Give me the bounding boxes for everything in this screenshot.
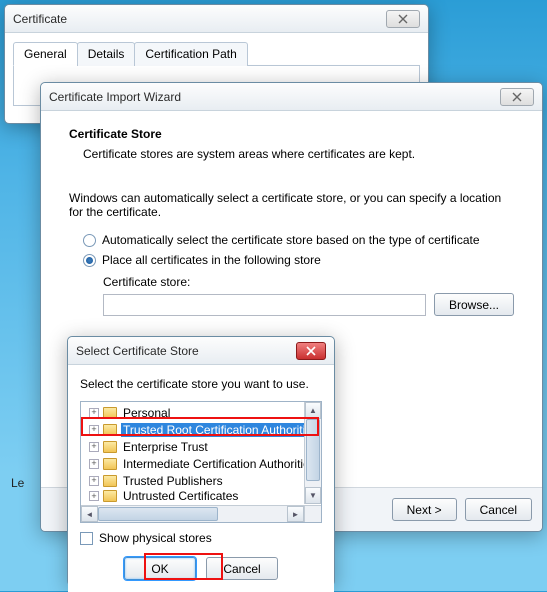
folder-icon xyxy=(103,458,117,470)
cancel-button[interactable]: Cancel xyxy=(465,498,532,521)
instruction-text: Windows can automatically select a certi… xyxy=(69,191,514,219)
tab-details[interactable]: Details xyxy=(77,42,136,66)
vertical-scrollbar[interactable]: ▲ ▼ xyxy=(304,402,321,504)
scroll-right-icon[interactable]: ► xyxy=(287,506,304,522)
certificate-tabs: General Details Certification Path xyxy=(13,41,420,66)
folder-icon xyxy=(103,424,117,436)
radio-place-all[interactable]: Place all certificates in the following … xyxy=(83,253,514,267)
tab-certification-path[interactable]: Certification Path xyxy=(134,42,247,66)
tree-item-untrusted[interactable]: + Untrusted Certificates xyxy=(85,489,299,503)
scroll-corner xyxy=(304,505,321,522)
folder-icon xyxy=(103,407,117,419)
expand-icon[interactable]: + xyxy=(89,442,99,452)
expand-icon[interactable]: + xyxy=(89,425,99,435)
radio-auto-label: Automatically select the certificate sto… xyxy=(102,233,480,247)
radio-auto-select[interactable]: Automatically select the certificate sto… xyxy=(83,233,514,247)
select-store-prompt: Select the certificate store you want to… xyxy=(80,377,322,391)
tree-label: Trusted Root Certification Authorities xyxy=(121,423,320,437)
tree-item-enterprise-trust[interactable]: + Enterprise Trust xyxy=(85,438,299,455)
tree-label: Untrusted Certificates xyxy=(121,489,240,503)
tree-item-personal[interactable]: + Personal xyxy=(85,404,299,421)
scroll-thumb[interactable] xyxy=(98,507,218,521)
scroll-thumb[interactable] xyxy=(306,419,320,481)
expand-icon[interactable]: + xyxy=(89,408,99,418)
tree-label: Intermediate Certification Authorities xyxy=(121,457,318,471)
cancel-button[interactable]: Cancel xyxy=(206,557,278,580)
horizontal-scrollbar[interactable]: ◄ ► xyxy=(81,505,304,522)
select-store-window: Select Certificate Store Select the cert… xyxy=(67,336,335,586)
show-physical-label: Show physical stores xyxy=(99,531,212,545)
truncated-text-fragment: Le xyxy=(11,476,24,490)
tab-general[interactable]: General xyxy=(13,42,78,66)
checkbox-icon xyxy=(80,532,93,545)
close-icon[interactable] xyxy=(296,342,326,360)
folder-icon xyxy=(103,441,117,453)
select-store-title: Select Certificate Store xyxy=(76,344,296,358)
expand-icon[interactable]: + xyxy=(89,491,99,501)
radio-icon xyxy=(83,234,96,247)
tree-label: Trusted Publishers xyxy=(121,474,225,488)
close-icon[interactable] xyxy=(500,88,534,106)
folder-icon xyxy=(103,490,117,502)
browse-button[interactable]: Browse... xyxy=(434,293,514,316)
section-title: Certificate Store xyxy=(69,127,514,141)
radio-icon xyxy=(83,254,96,267)
certificate-store-input[interactable] xyxy=(103,294,426,316)
scroll-down-icon[interactable]: ▼ xyxy=(305,487,321,504)
next-button[interactable]: Next > xyxy=(392,498,457,521)
expand-icon[interactable]: + xyxy=(89,459,99,469)
close-icon[interactable] xyxy=(386,10,420,28)
tree-item-intermediate-ca[interactable]: + Intermediate Certification Authorities xyxy=(85,455,299,472)
section-description: Certificate stores are system areas wher… xyxy=(83,147,514,161)
wizard-title: Certificate Import Wizard xyxy=(49,90,500,104)
store-label: Certificate store: xyxy=(103,275,514,289)
expand-icon[interactable]: + xyxy=(89,476,99,486)
wizard-titlebar[interactable]: Certificate Import Wizard xyxy=(41,83,542,111)
ok-button[interactable]: OK xyxy=(124,557,196,580)
certificate-titlebar[interactable]: Certificate xyxy=(5,5,428,33)
folder-icon xyxy=(103,475,117,487)
tree-item-trusted-publishers[interactable]: + Trusted Publishers xyxy=(85,472,299,489)
store-tree[interactable]: + Personal + Trusted Root Certification … xyxy=(80,401,322,523)
show-physical-checkbox[interactable]: Show physical stores xyxy=(80,531,322,545)
tree-item-trusted-root-ca[interactable]: + Trusted Root Certification Authorities xyxy=(85,421,299,438)
tree-label: Personal xyxy=(121,406,172,420)
scroll-left-icon[interactable]: ◄ xyxy=(81,506,98,522)
certificate-title: Certificate xyxy=(13,12,386,26)
radio-manual-label: Place all certificates in the following … xyxy=(102,253,321,267)
tree-label: Enterprise Trust xyxy=(121,440,210,454)
select-store-titlebar[interactable]: Select Certificate Store xyxy=(68,337,334,365)
scroll-up-icon[interactable]: ▲ xyxy=(305,402,321,419)
